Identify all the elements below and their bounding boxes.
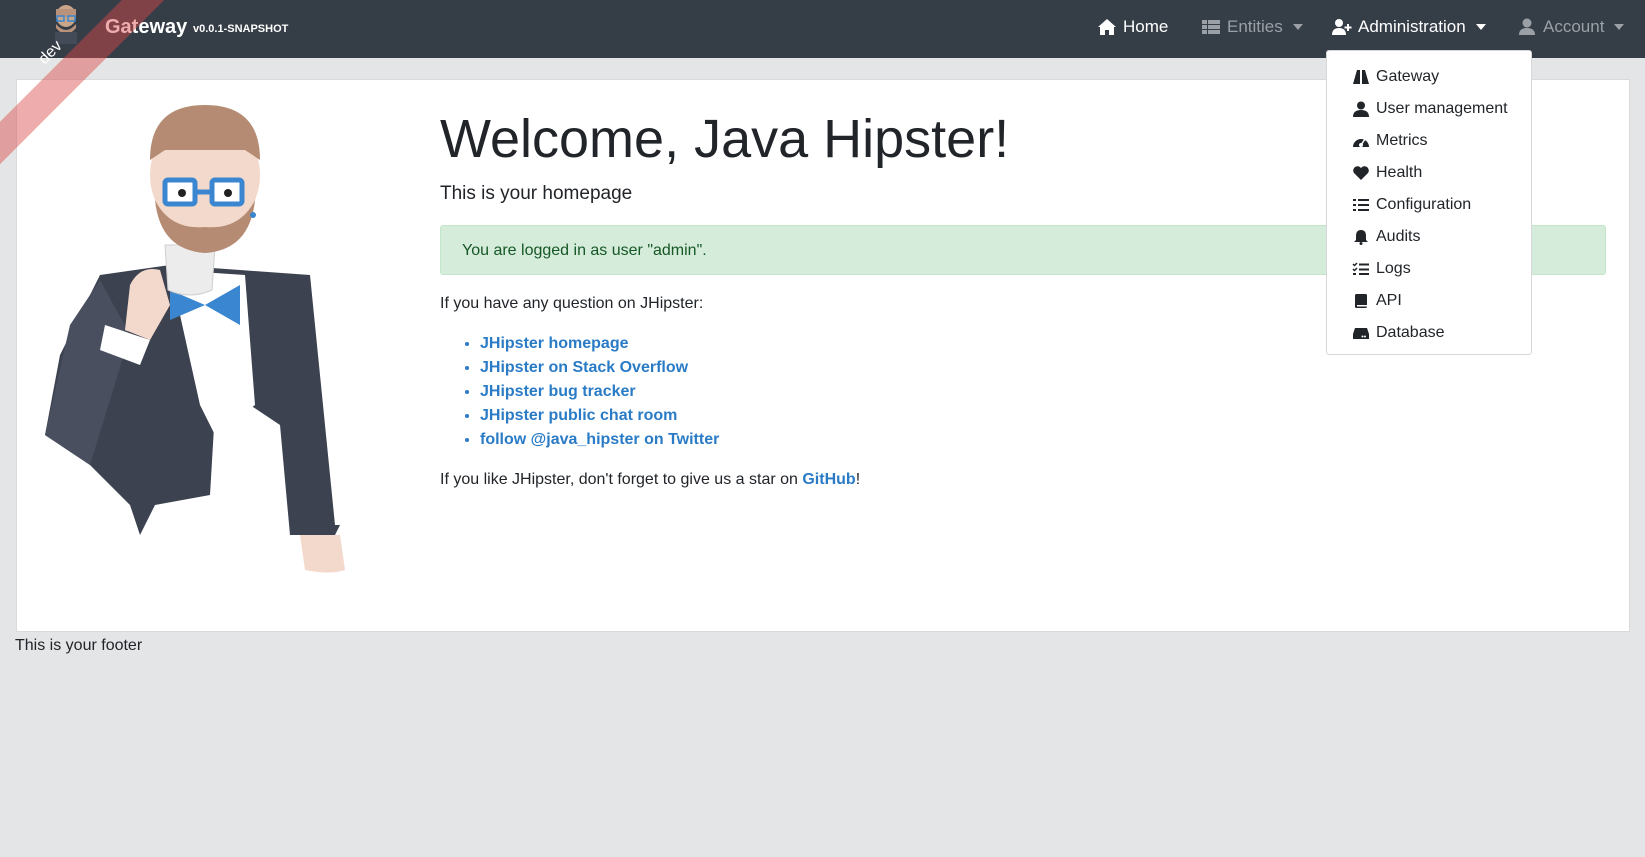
nav-home[interactable]: Home bbox=[1097, 17, 1168, 37]
nav-home-label: Home bbox=[1123, 17, 1169, 36]
menu-item-audits[interactable]: Audits bbox=[1327, 221, 1531, 253]
menu-item-label: Logs bbox=[1376, 260, 1411, 277]
menu-item-logs[interactable]: Logs bbox=[1327, 253, 1531, 285]
question-text: If you have any question on JHipster: bbox=[440, 295, 704, 312]
github-star-text: If you like JHipster, don't forget to gi… bbox=[440, 471, 860, 489]
nav-entities[interactable]: Entities bbox=[1201, 17, 1303, 37]
nav-administration-label: Administration bbox=[1358, 17, 1466, 36]
menu-item-label: Metrics bbox=[1376, 132, 1428, 149]
user-plus-icon bbox=[1332, 19, 1352, 35]
menu-item-label: Audits bbox=[1376, 228, 1421, 245]
link-jhipster-homepage[interactable]: JHipster homepage bbox=[480, 334, 719, 358]
github-link[interactable]: GitHub bbox=[802, 471, 855, 488]
menu-item-label: Database bbox=[1376, 324, 1445, 341]
footer: This is your footer bbox=[15, 637, 143, 654]
book-icon bbox=[1355, 294, 1367, 308]
menu-item-label: Health bbox=[1376, 164, 1423, 181]
link-stack-overflow[interactable]: JHipster on Stack Overflow bbox=[480, 358, 719, 382]
menu-item-database[interactable]: Database bbox=[1327, 317, 1531, 349]
jhipster-illustration bbox=[45, 105, 345, 573]
tachometer-icon bbox=[1353, 138, 1369, 147]
tasks-icon bbox=[1352, 262, 1369, 275]
administration-dropdown: Gateway User management Metrics Health C… bbox=[1326, 50, 1532, 355]
menu-item-configuration[interactable]: Configuration bbox=[1327, 189, 1531, 221]
bell-icon bbox=[1354, 230, 1368, 245]
page-title: Welcome, Java Hipster! bbox=[440, 109, 1010, 169]
user-icon bbox=[1519, 18, 1535, 35]
hdd-icon bbox=[1353, 328, 1369, 339]
page-subtitle: This is your homepage bbox=[440, 183, 633, 204]
links-list: JHipster homepage JHipster on Stack Over… bbox=[462, 334, 719, 454]
menu-item-gateway[interactable]: Gateway bbox=[1327, 61, 1531, 93]
nav-account[interactable]: Account bbox=[1517, 17, 1625, 37]
list-icon bbox=[1353, 199, 1369, 211]
nav-entities-label: Entities bbox=[1227, 17, 1283, 36]
menu-item-label: Configuration bbox=[1376, 196, 1472, 213]
user-icon bbox=[1353, 101, 1369, 117]
chevron-down-icon bbox=[1292, 24, 1303, 30]
menu-item-label: Gateway bbox=[1376, 68, 1440, 85]
nav-administration[interactable]: Administration bbox=[1332, 17, 1486, 37]
menu-item-metrics[interactable]: Metrics bbox=[1327, 125, 1531, 157]
link-twitter[interactable]: follow @java_hipster on Twitter bbox=[480, 430, 719, 454]
menu-item-label: User management bbox=[1376, 100, 1508, 117]
chevron-down-icon bbox=[1614, 24, 1625, 30]
brand-version: v0.0.1-SNAPSHOT bbox=[193, 23, 289, 35]
road-icon bbox=[1353, 70, 1369, 84]
heart-icon bbox=[1353, 166, 1369, 180]
menu-item-health[interactable]: Health bbox=[1327, 157, 1531, 189]
star-suffix: ! bbox=[855, 471, 861, 488]
chevron-down-icon bbox=[1475, 24, 1486, 30]
menu-item-label: API bbox=[1376, 292, 1402, 309]
menu-item-api[interactable]: API bbox=[1327, 285, 1531, 317]
home-icon bbox=[1098, 19, 1116, 35]
menu-item-user-management[interactable]: User management bbox=[1327, 93, 1531, 125]
nav-account-label: Account bbox=[1543, 17, 1605, 36]
link-chat-room[interactable]: JHipster public chat room bbox=[480, 406, 719, 430]
star-prefix: If you like JHipster, don't forget to gi… bbox=[440, 471, 803, 488]
th-list-icon bbox=[1202, 20, 1220, 34]
link-bug-tracker[interactable]: JHipster bug tracker bbox=[480, 382, 719, 406]
